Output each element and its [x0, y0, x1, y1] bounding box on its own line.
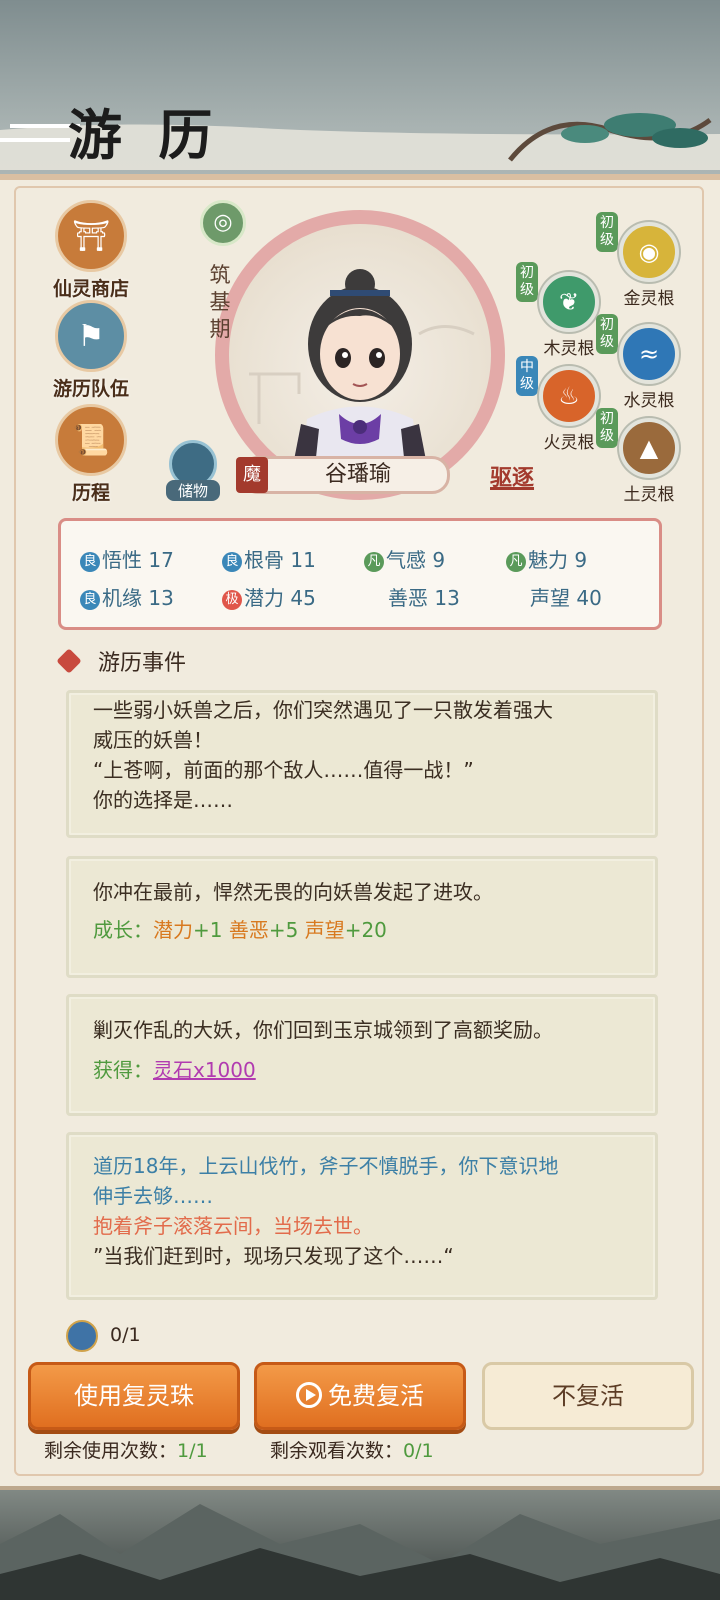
expel-button[interactable]: 驱逐 — [490, 460, 534, 492]
remaining-watch-count: 剩余观看次数：0/1 — [270, 1440, 434, 1462]
reward-link[interactable]: 灵石x1000 — [153, 1058, 256, 1082]
spirit-root-metal[interactable]: ◉ 金灵根 — [604, 222, 694, 309]
event-card: 道历18年，上云山伐竹，斧子不慎脱手，你下意识地 伸手去够…… 抱着斧子滚落云间… — [66, 1132, 658, 1300]
use-pearl-button[interactable]: 使用复灵珠 — [28, 1362, 240, 1430]
event-text: 一些弱小妖兽之后，你们突然遇见了一只散发着强大 威压的妖兽！ “上苍啊，前面的那… — [93, 698, 553, 812]
attr-qi-sense: 凡气感 9 — [364, 544, 445, 573]
metal-root-icon: ◉ — [619, 222, 679, 282]
menu-shop-button[interactable]: ⛩ 仙灵商店 — [46, 200, 136, 301]
attr-bone: 良根骨 11 — [222, 544, 316, 573]
spirit-root-label: 水灵根 — [623, 391, 675, 411]
spirit-root-earth[interactable]: ▲ 土灵根 — [604, 418, 694, 505]
event-text: 剿灭作乱的大妖，你们回到玉京城领到了高额奖励。 — [93, 1018, 553, 1042]
pine-decoration — [508, 113, 712, 162]
fire-root-icon: ♨ — [539, 366, 599, 426]
event-card: 剿灭作乱的大妖，你们回到玉京城领到了高额奖励。 获得：灵石x1000 — [66, 994, 658, 1116]
attr-comprehension: 良悟性 17 — [80, 544, 174, 573]
event-card: 你冲在最前，悍然无畏的向妖兽发起了进攻。 成长：潜力+1 善恶+5 声望+20 — [66, 856, 658, 978]
attributes-panel — [58, 518, 662, 630]
water-root-icon: ≈ — [619, 324, 679, 384]
play-icon — [296, 1382, 322, 1408]
character-name: 谷璠瑜 — [324, 462, 391, 487]
attr-morality: 善恶 13 — [388, 586, 460, 610]
mountain-background — [0, 1504, 720, 1600]
menu-team-button[interactable]: ⚑ 游历队伍 — [46, 300, 136, 401]
storage-label: 储物 — [166, 480, 220, 501]
realm-label: 筑基期 — [209, 263, 231, 341]
spirit-root-water[interactable]: ≈ 水灵根 — [604, 324, 694, 411]
reward-line: 获得：灵石x1000 — [93, 1058, 256, 1082]
free-revive-button[interactable]: 免费复活 — [254, 1362, 466, 1430]
no-revive-button[interactable]: 不复活 — [482, 1362, 694, 1430]
events-heading: 游历事件 — [98, 651, 187, 676]
attr-reputation: 声望 40 — [530, 586, 602, 610]
menu-team-label: 游历队伍 — [52, 378, 129, 400]
storage-button[interactable]: 储物 — [166, 440, 220, 501]
realm-swirl-icon: ◎ — [200, 200, 246, 246]
scroll-icon: 📜 — [55, 404, 127, 476]
remaining-use-count: 剩余使用次数：1/1 — [44, 1440, 208, 1462]
team-icon: ⚑ — [55, 300, 127, 372]
shop-icon: ⛩ — [55, 200, 127, 272]
earth-root-icon: ▲ — [619, 418, 679, 478]
page-title: 游 历 — [68, 103, 219, 167]
spirit-root-label: 土灵根 — [623, 485, 675, 505]
menu-history-label: 历程 — [71, 482, 110, 504]
wood-root-icon: ❦ — [539, 272, 599, 332]
attr-fortune: 良机缘 13 — [80, 582, 174, 611]
event-card: 一些弱小妖兽之后，你们突然遇见了一只散发着强大 威压的妖兽！ “上苍啊，前面的那… — [66, 690, 658, 838]
menu-shop-label: 仙灵商店 — [52, 278, 129, 300]
pearl-count: 0/1 — [110, 1324, 141, 1346]
spirit-root-label: 金灵根 — [623, 289, 675, 309]
attr-potential: 极潜力 45 — [222, 582, 316, 611]
faction-seal: 魔 — [236, 457, 268, 493]
menu-history-button[interactable]: 📜 历程 — [46, 404, 136, 505]
event-text: 你冲在最前，悍然无畏的向妖兽发起了进攻。 — [93, 880, 493, 904]
event-text: 道历18年，上云山伐竹，斧子不慎脱手，你下意识地 伸手去够…… 抱着斧子滚落云间… — [93, 1154, 559, 1268]
attr-charm: 凡魅力 9 — [506, 544, 587, 573]
growth-line: 成长：潜力+1 善恶+5 声望+20 — [93, 918, 387, 942]
character-avatar — [249, 269, 475, 486]
revive-pearl-icon — [66, 1320, 98, 1352]
